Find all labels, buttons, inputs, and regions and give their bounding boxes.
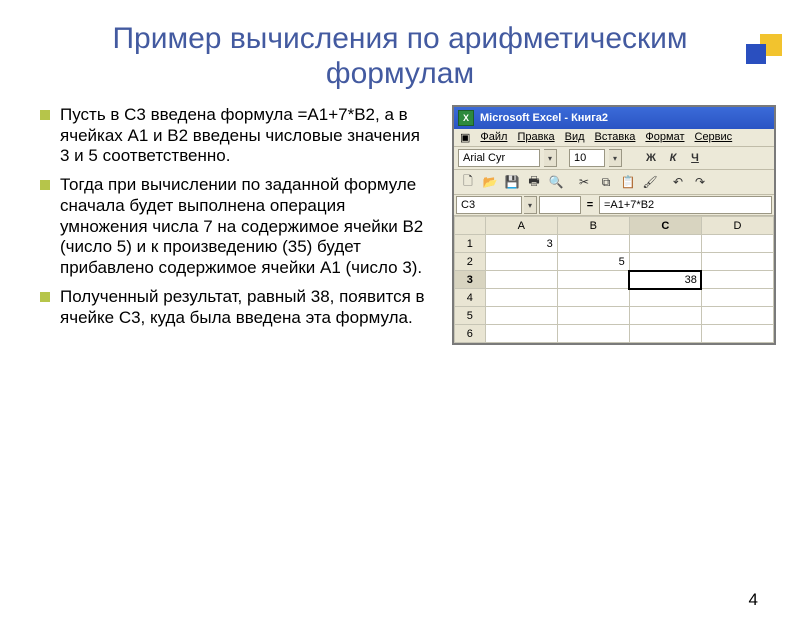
page-number: 4 (749, 590, 758, 610)
bullet-item: Тогда при вычислении по заданной формуле… (40, 175, 434, 279)
select-all-corner[interactable] (455, 217, 486, 235)
spreadsheet-grid[interactable]: A B C D 1 3 2 5 3 (454, 216, 774, 343)
cell[interactable] (557, 271, 629, 289)
format-painter-icon[interactable]: 🖌 (640, 172, 660, 192)
row-header[interactable]: 3 (455, 271, 486, 289)
menu-insert[interactable]: Вставка (595, 131, 636, 144)
menu-view[interactable]: Вид (565, 131, 585, 144)
table-row: 6 (455, 325, 774, 343)
formatting-toolbar: Arial Cyr ▾ 10 ▾ Ж К Ч (454, 147, 774, 170)
bullet-list: Пусть в С3 введена формула =А1+7*В2, а в… (40, 105, 434, 345)
formula-input[interactable]: =A1+7*B2 (599, 196, 772, 214)
window-title: Microsoft Excel - Книга2 (480, 112, 608, 124)
cell[interactable] (485, 307, 557, 325)
cell[interactable] (629, 307, 701, 325)
chevron-down-icon[interactable]: ▾ (544, 149, 557, 167)
cell[interactable] (701, 271, 773, 289)
menu-file[interactable]: Файл (480, 131, 507, 144)
table-row: 3 38 (455, 271, 774, 289)
cell[interactable] (629, 325, 701, 343)
menu-service[interactable]: Сервис (695, 131, 733, 144)
cell[interactable] (701, 289, 773, 307)
window-titlebar: X Microsoft Excel - Книга2 (454, 107, 774, 129)
bullet-item: Полученный результат, равный 38, появитс… (40, 287, 434, 328)
table-row: 1 3 (455, 235, 774, 253)
chevron-down-icon[interactable]: ▾ (524, 196, 537, 214)
cell[interactable] (629, 235, 701, 253)
formula-tools[interactable] (539, 196, 581, 214)
cell-selected[interactable]: 38 (629, 271, 701, 289)
cell[interactable] (629, 253, 701, 271)
cell[interactable] (629, 289, 701, 307)
menu-edit[interactable]: Правка (517, 131, 554, 144)
row-header[interactable]: 1 (455, 235, 486, 253)
font-name-select[interactable]: Arial Cyr (458, 149, 540, 167)
standard-toolbar: 🗋 📂 💾 🖶 🔍 ✂ ⧉ 📋 🖌 ↶ ↷ (454, 170, 774, 195)
italic-button[interactable]: К (664, 149, 682, 167)
cell[interactable] (557, 289, 629, 307)
cell[interactable] (485, 325, 557, 343)
cut-icon[interactable]: ✂ (574, 172, 594, 192)
redo-icon[interactable]: ↷ (690, 172, 710, 192)
cell[interactable] (485, 253, 557, 271)
new-file-icon[interactable]: 🗋 (458, 172, 478, 192)
row-header[interactable]: 4 (455, 289, 486, 307)
table-row: 5 (455, 307, 774, 325)
cell[interactable] (557, 235, 629, 253)
equals-label: = (583, 199, 597, 211)
cell[interactable] (701, 235, 773, 253)
preview-icon[interactable]: 🔍 (546, 172, 566, 192)
cell[interactable] (701, 325, 773, 343)
print-icon[interactable]: 🖶 (524, 172, 544, 192)
name-box[interactable]: C3 (456, 196, 522, 214)
cell[interactable]: 5 (557, 253, 629, 271)
cell[interactable] (557, 325, 629, 343)
copy-icon[interactable]: ⧉ (596, 172, 616, 192)
cell[interactable]: 3 (485, 235, 557, 253)
table-row: 2 5 (455, 253, 774, 271)
cell[interactable] (485, 289, 557, 307)
cell[interactable] (701, 253, 773, 271)
formula-bar: C3 ▾ = =A1+7*B2 (454, 195, 774, 216)
excel-window: X Microsoft Excel - Книга2 ▣ Файл Правка… (452, 105, 776, 345)
row-header[interactable]: 6 (455, 325, 486, 343)
col-header[interactable]: A (485, 217, 557, 235)
undo-icon[interactable]: ↶ (668, 172, 688, 192)
chevron-down-icon[interactable]: ▾ (609, 149, 622, 167)
menu-format[interactable]: Формат (645, 131, 684, 144)
excel-app-icon: X (458, 110, 474, 126)
underline-button[interactable]: Ч (686, 149, 704, 167)
slide-corner-decoration (742, 34, 782, 74)
table-row: 4 (455, 289, 774, 307)
paste-icon[interactable]: 📋 (618, 172, 638, 192)
cell[interactable] (557, 307, 629, 325)
bold-button[interactable]: Ж (642, 149, 660, 167)
cell[interactable] (701, 307, 773, 325)
cell[interactable] (485, 271, 557, 289)
row-header[interactable]: 5 (455, 307, 486, 325)
app-menu-icon[interactable]: ▣ (460, 131, 470, 144)
font-size-select[interactable]: 10 (569, 149, 605, 167)
col-header[interactable]: D (701, 217, 773, 235)
col-header[interactable]: B (557, 217, 629, 235)
slide-title: Пример вычисления по арифметическим форм… (40, 22, 760, 91)
menu-bar: ▣ Файл Правка Вид Вставка Формат Сервис (454, 129, 774, 147)
col-header[interactable]: C (629, 217, 701, 235)
open-file-icon[interactable]: 📂 (480, 172, 500, 192)
row-header[interactable]: 2 (455, 253, 486, 271)
save-icon[interactable]: 💾 (502, 172, 522, 192)
bullet-item: Пусть в С3 введена формула =А1+7*В2, а в… (40, 105, 434, 167)
